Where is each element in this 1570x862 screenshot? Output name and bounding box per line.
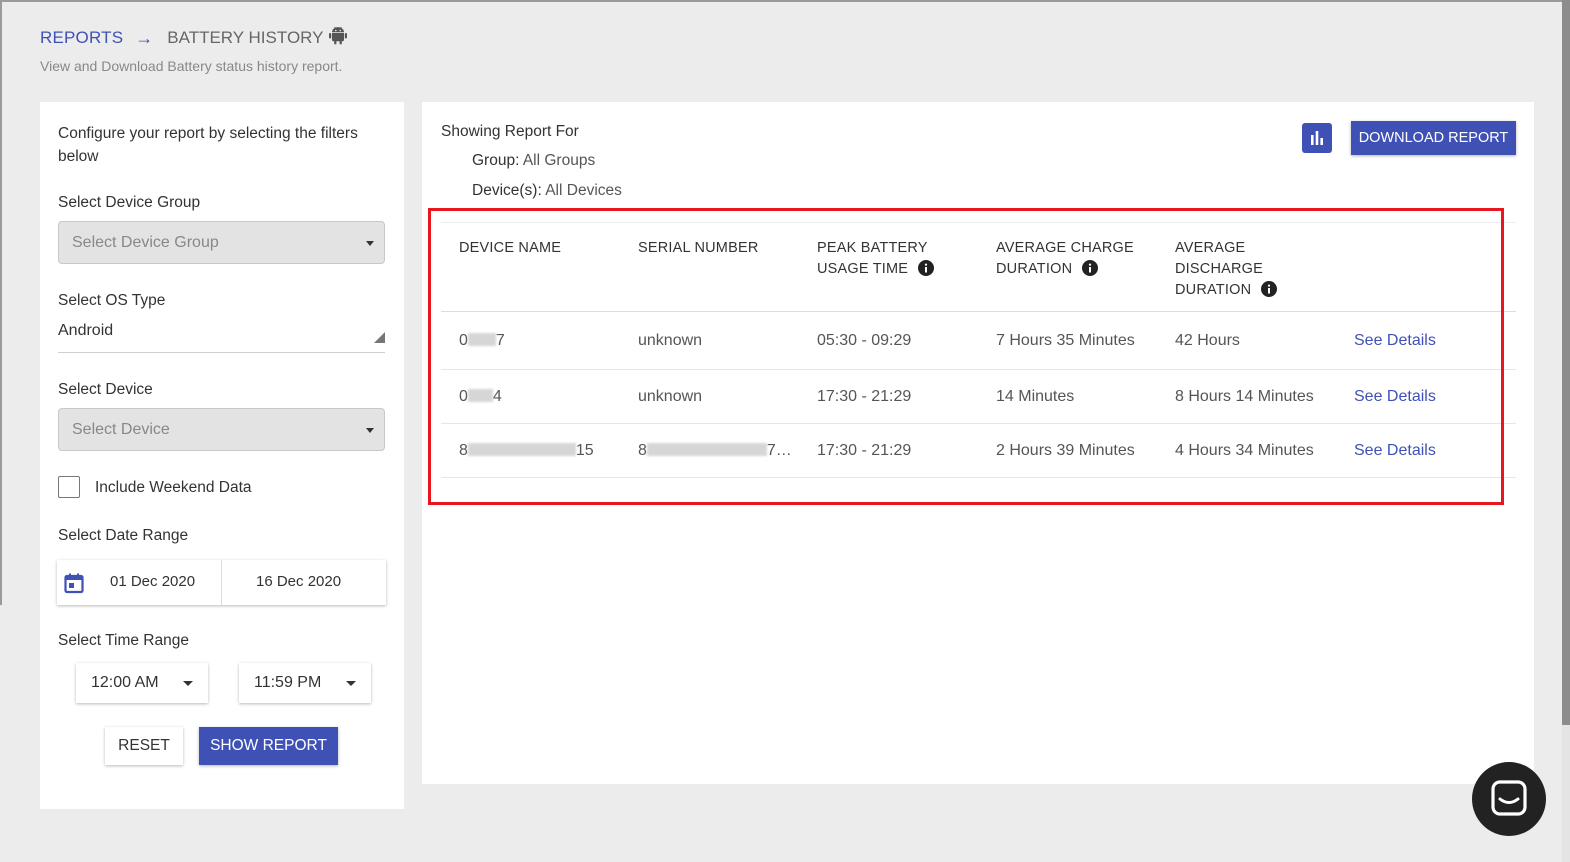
date-start-input[interactable]: 01 Dec 2020 [110, 573, 195, 590]
col-average-discharge[interactable]: AVERAGE DISCHARGE DURATION [1175, 238, 1278, 304]
device-filter-summary: Device(s): All Devices [472, 182, 622, 200]
bar-chart-icon [1302, 131, 1332, 157]
avg-discharge-cell: 4 Hours 34 Minutes [1175, 441, 1314, 459]
date-end-input[interactable]: 16 Dec 2020 [256, 573, 341, 590]
reset-button[interactable]: RESET [105, 727, 183, 765]
include-weekend-label: Include Weekend Data [95, 479, 252, 496]
breadcrumb-arrow-icon: → [135, 27, 154, 48]
device-group-select[interactable]: Select Device Group [58, 221, 385, 264]
group-filter-summary: Group: All Groups [472, 152, 595, 170]
avg-charge-cell: 7 Hours 35 Minutes [996, 331, 1135, 349]
info-icon[interactable] [1082, 260, 1099, 283]
avg-discharge-cell: 42 Hours [1175, 331, 1240, 349]
device-name-cell: 04 [459, 387, 502, 405]
start-time-value: 12:00 AM [91, 674, 159, 691]
window-top-border [0, 0, 1570, 2]
end-time-value: 11:59 PM [254, 674, 322, 691]
peak-usage-cell: 05:30 - 09:29 [817, 331, 912, 349]
date-divider [221, 560, 222, 605]
peak-usage-cell: 17:30 - 21:29 [817, 387, 912, 405]
col-device-name[interactable]: DEVICE NAME [459, 238, 561, 259]
filter-panel: Configure your report by selecting the f… [40, 102, 404, 809]
breadcrumb-current: BATTERY HISTORY [167, 28, 324, 47]
col-charge-line2: DURATION [996, 261, 1073, 277]
col-peak-line2: USAGE TIME [817, 261, 909, 277]
scrollbar-thumb[interactable] [1562, 0, 1570, 725]
device-label: Select Device [58, 381, 153, 398]
chevron-down-icon [366, 241, 374, 246]
breadcrumb: REPORTS → BATTERY HISTORY [40, 26, 348, 50]
date-range-label: Select Date Range [58, 527, 189, 544]
chat-icon [1472, 780, 1546, 840]
breadcrumb-reports-link[interactable]: REPORTS [40, 28, 123, 48]
col-peak-line1: PEAK BATTERY [817, 240, 928, 256]
time-range-label: Select Time Range [58, 632, 189, 649]
device-name-cell: 07 [459, 331, 505, 349]
group-label: Group: [472, 152, 520, 169]
download-report-button[interactable]: DOWNLOAD REPORT [1351, 121, 1516, 155]
android-icon [329, 26, 348, 50]
serial-cell: unknown [638, 387, 703, 405]
serial-cell: unknown [638, 331, 703, 349]
avg-charge-cell: 2 Hours 39 Minutes [996, 441, 1135, 459]
col-serial-number[interactable]: SERIAL NUMBER [638, 238, 759, 259]
col-charge-line1: AVERAGE CHARGE [996, 240, 1134, 256]
device-select[interactable]: Select Device [58, 408, 385, 451]
show-report-button[interactable]: SHOW REPORT [199, 727, 338, 765]
table-header: DEVICE NAME SERIAL NUMBER PEAK BATTERY U… [441, 222, 1516, 312]
col-peak-battery-usage[interactable]: PEAK BATTERY USAGE TIME [817, 238, 935, 283]
battery-report-table: DEVICE NAME SERIAL NUMBER PEAK BATTERY U… [441, 222, 1516, 478]
device-group-label: Select Device Group [58, 194, 201, 211]
calendar-icon[interactable] [64, 573, 84, 599]
page-subtitle: View and Download Battery status history… [40, 58, 343, 74]
see-details-link[interactable]: See Details [1354, 442, 1436, 460]
col-discharge-line1: AVERAGE [1175, 240, 1246, 256]
devices-label: Device(s): [472, 182, 542, 199]
table-row: 8 15 8 7… 17:30 - 21:29 2 Hours 39 Minutes… [441, 424, 1516, 478]
serial-cell: 8 7… [638, 441, 792, 459]
device-group-placeholder: Select Device Group [72, 234, 219, 251]
avg-discharge-cell: 8 Hours 14 Minutes [1175, 387, 1314, 405]
devices-value: All Devices [545, 182, 622, 199]
col-discharge-line2: DISCHARGE [1175, 261, 1264, 277]
filter-intro: Configure your report by selecting the f… [58, 125, 358, 165]
page-scrollbar[interactable] [1562, 0, 1570, 862]
see-details-link[interactable]: See Details [1354, 388, 1436, 406]
start-time-select[interactable]: 12:00 AM [76, 663, 208, 703]
os-type-select[interactable]: Android [58, 322, 385, 353]
table-row: 07 unknown 05:30 - 09:29 7 Hours 35 Minu… [441, 312, 1516, 370]
device-name-cell: 8 15 [459, 441, 594, 459]
chat-launcher-button[interactable] [1472, 762, 1546, 836]
col-average-charge[interactable]: AVERAGE CHARGE DURATION [996, 238, 1134, 283]
os-type-label: Select OS Type [58, 292, 166, 309]
include-weekend-checkbox[interactable] [58, 476, 80, 498]
end-time-select[interactable]: 11:59 PM [239, 663, 371, 703]
os-type-value: Android [58, 322, 114, 339]
col-discharge-line3: DURATION [1175, 282, 1252, 298]
peak-usage-cell: 17:30 - 21:29 [817, 441, 912, 459]
group-value: All Groups [522, 152, 596, 169]
see-details-link[interactable]: See Details [1354, 332, 1436, 350]
info-icon[interactable] [1261, 281, 1278, 304]
info-icon[interactable] [918, 260, 935, 283]
window-left-border [0, 0, 2, 605]
chevron-down-icon [346, 681, 356, 686]
date-range-picker[interactable]: 01 Dec 2020 16 Dec 2020 [57, 560, 386, 605]
chart-view-button[interactable] [1302, 123, 1332, 153]
chevron-down-icon [366, 428, 374, 433]
select-corner-icon [374, 332, 385, 343]
chevron-down-icon [183, 681, 193, 686]
report-panel: Showing Report For Group: All Groups Dev… [422, 102, 1534, 784]
device-placeholder: Select Device [72, 421, 170, 438]
showing-report-for: Showing Report For [441, 123, 579, 140]
table-row: 04 unknown 17:30 - 21:29 14 Minutes 8 Ho… [441, 370, 1516, 424]
avg-charge-cell: 14 Minutes [996, 387, 1075, 405]
